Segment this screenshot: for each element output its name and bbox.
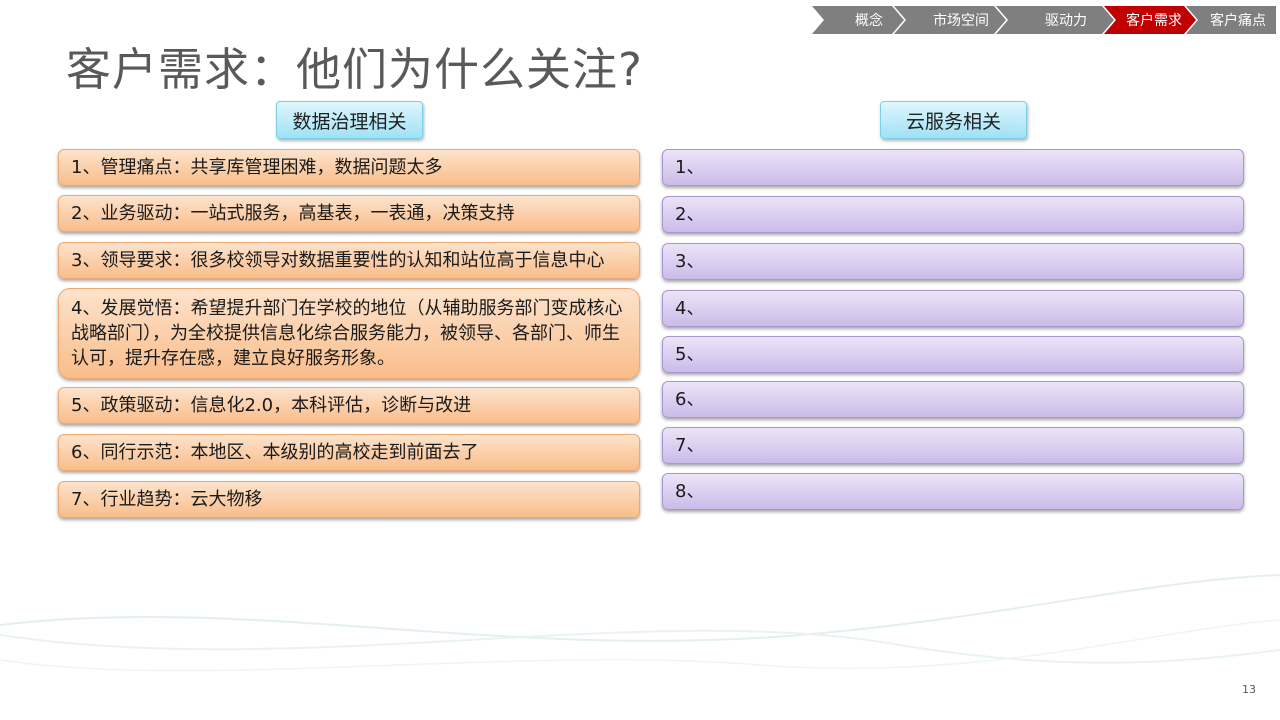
list-item: 7、行业趋势：云大物移 <box>58 481 640 518</box>
list-item: 6、 <box>662 381 1244 418</box>
list-item: 3、 <box>662 243 1244 280</box>
page-title: 客户需求：他们为什么关注? <box>66 43 643 96</box>
list-item: 2、业务驱动：一站式服务，高基表，一表通，决策支持 <box>58 195 640 232</box>
list-item: 5、 <box>662 336 1244 373</box>
breadcrumb-item-concept[interactable]: 概念 <box>824 6 904 34</box>
list-item: 6、同行示范：本地区、本级别的高校走到前面去了 <box>58 434 640 471</box>
right-column-header: 云服务相关 <box>880 101 1027 139</box>
page-number: 13 <box>1242 683 1256 696</box>
list-item: 5、政策驱动：信息化2.0，本科评估，诊断与改进 <box>58 387 640 424</box>
breadcrumb-label: 概念 <box>855 13 883 29</box>
list-item: 4、 <box>662 290 1244 327</box>
breadcrumb-item-customer-needs[interactable]: 客户需求 <box>1108 6 1190 34</box>
breadcrumb-item-market[interactable]: 市场空间 <box>906 6 1006 34</box>
breadcrumb-label: 客户需求 <box>1126 13 1182 29</box>
list-item: 1、 <box>662 149 1244 186</box>
breadcrumb: 概念 市场空间 驱动力 客户需求 客户痛点 <box>812 6 1276 34</box>
breadcrumb-item-drivers[interactable]: 驱动力 <box>1008 6 1114 34</box>
list-item: 1、管理痛点：共享库管理困难，数据问题太多 <box>58 149 640 186</box>
breadcrumb-label: 驱动力 <box>1045 13 1087 29</box>
list-item: 4、发展觉悟：希望提升部门在学校的地位（从辅助服务部门变成核心战略部门），为全校… <box>58 288 640 379</box>
list-item: 2、 <box>662 196 1244 233</box>
breadcrumb-item-pain-points[interactable]: 客户痛点 <box>1190 6 1276 34</box>
slide: 概念 市场空间 驱动力 客户需求 客户痛点 客户需求：他们为什么关注? 数据治理… <box>0 0 1280 720</box>
breadcrumb-label: 客户痛点 <box>1210 13 1266 29</box>
list-item: 7、 <box>662 427 1244 464</box>
list-item: 3、领导要求：很多校领导对数据重要性的认知和站位高于信息中心 <box>58 242 640 279</box>
decorative-waves <box>0 574 1280 672</box>
left-column-header: 数据治理相关 <box>276 101 423 139</box>
list-item: 8、 <box>662 473 1244 510</box>
breadcrumb-label: 市场空间 <box>933 13 989 29</box>
